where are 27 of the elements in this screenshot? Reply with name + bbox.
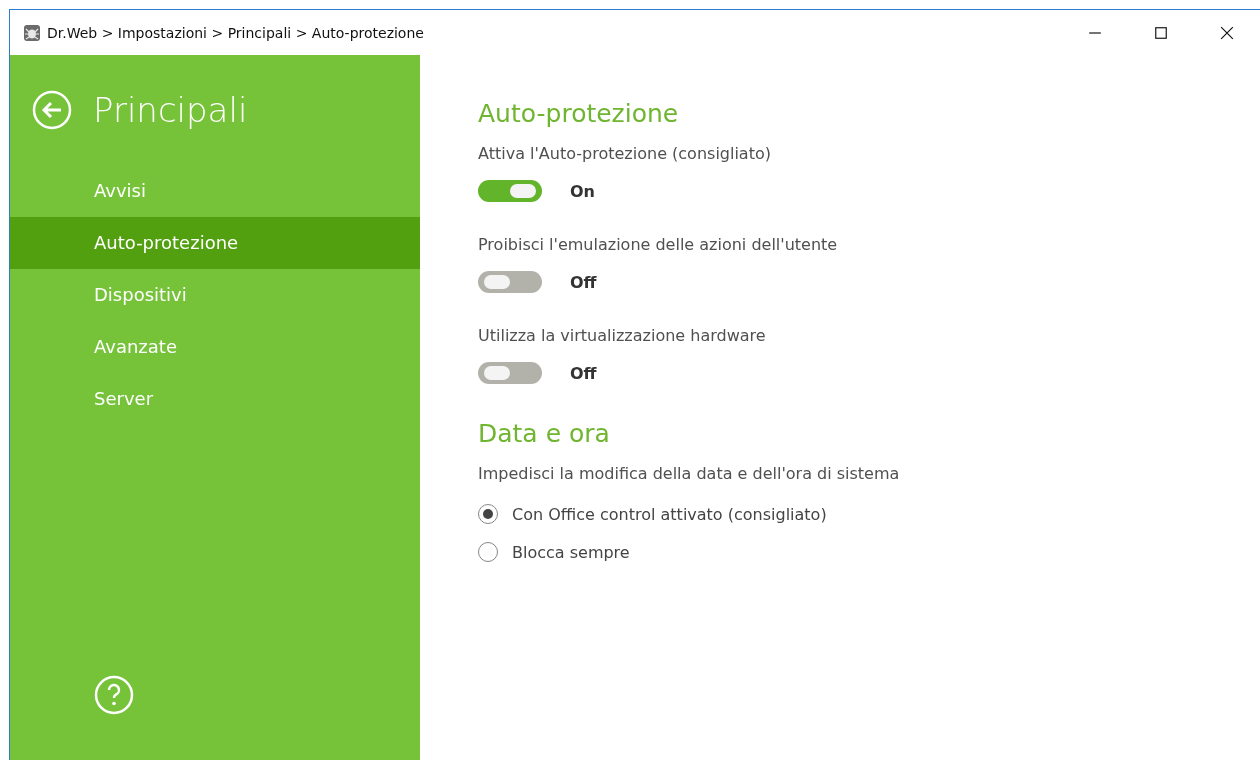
toggle-state-label: On (570, 181, 595, 201)
setting-label: Attiva l'Auto-protezione (consigliato) (478, 144, 772, 163)
toggle-switch[interactable] (478, 180, 542, 202)
toggle-switch[interactable] (478, 362, 542, 384)
toggle-switch[interactable] (478, 271, 542, 293)
setting-label: Proibisci l'emulazione delle azioni dell'utente (478, 235, 839, 254)
setting-label: Impedisci la modifica della data e dell'ora di sistema (478, 464, 901, 483)
radio-button[interactable] (478, 504, 498, 524)
sidebar-item[interactable]: Avvisi (10, 165, 420, 217)
section-title: Auto-protezione (478, 99, 680, 128)
sidebar-item[interactable]: Server (10, 373, 420, 425)
toggle-state-label: Off (570, 272, 597, 292)
radio-button[interactable] (478, 542, 498, 562)
section-title: Data e ora (478, 419, 611, 448)
close-icon[interactable] (1220, 25, 1234, 40)
sidebar-item[interactable]: Avanzate (10, 321, 420, 373)
setting-label: Utilizza la virtualizzazione hardware (478, 326, 767, 345)
sidebar-item[interactable]: Dispositivi (10, 269, 420, 321)
sidebar-title: Principali (93, 90, 248, 130)
radio-label[interactable]: Con Office control attivato (consigliato) (512, 504, 827, 524)
sidebar-item[interactable]: Auto-protezione (10, 217, 420, 269)
window-title: Dr.Web > Impostazioni > Principali > Auto-protezione (47, 24, 424, 41)
radio-label[interactable]: Blocca sempre (512, 542, 630, 562)
bug-icon (24, 24, 40, 41)
help-icon[interactable] (94, 675, 134, 715)
maximize-icon[interactable] (1154, 25, 1168, 40)
toggle-state-label: Off (570, 363, 597, 383)
